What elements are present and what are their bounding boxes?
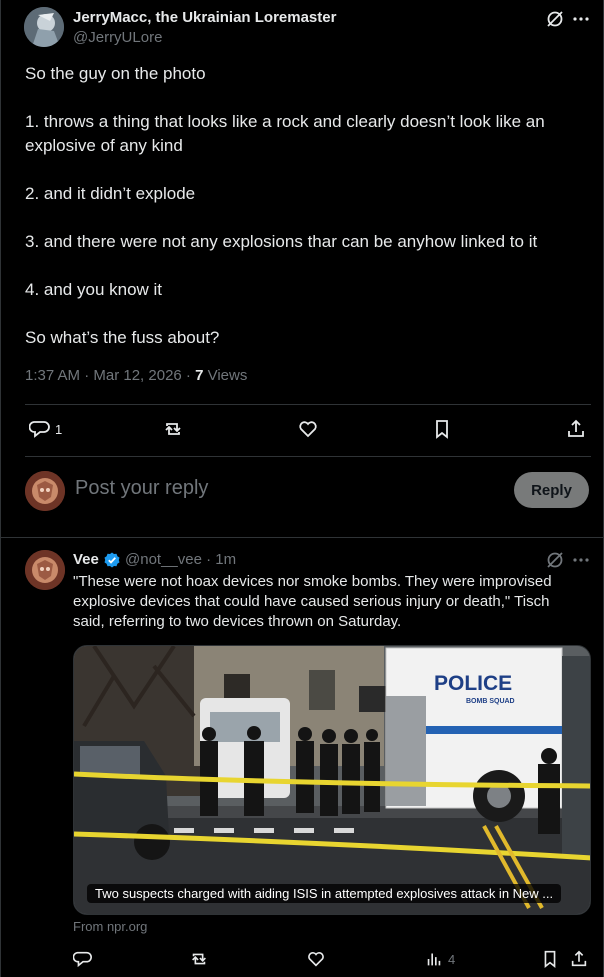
reply-input[interactable]: Post your reply — [75, 477, 208, 500]
bomb-squad-sign: BOMB SQUAD — [466, 698, 515, 705]
like-icon — [306, 949, 326, 969]
tweet-paragraph: So what’s the fuss about? — [25, 328, 220, 347]
repost-action[interactable] — [189, 948, 209, 970]
reply-button[interactable]: Reply — [514, 472, 589, 508]
reply-author-avatar[interactable] — [25, 550, 65, 590]
police-sign: POLICE — [434, 672, 512, 695]
like-action[interactable] — [297, 416, 319, 442]
author-name[interactable]: JerryMacc, the Ukrainian Loremaster — [73, 9, 336, 26]
author-avatar[interactable] — [24, 7, 64, 47]
views-icon — [424, 949, 444, 969]
bookmark-action[interactable] — [540, 948, 560, 970]
reply-author-handle[interactable]: @not__vee · 1m — [125, 551, 236, 568]
tweet-paragraph: 2. and it didn’t explode — [25, 184, 196, 203]
tweet-paragraph: 4. and you know it — [25, 280, 163, 299]
tweet-metadata: 1:37 AM · Mar 12, 2026 · 7 Views — [25, 367, 247, 384]
tweet-paragraph: 3. and there were not any explosions tha… — [25, 232, 538, 251]
tweet-text: So the guy on the photo 1. throws a thin… — [25, 62, 581, 350]
reply-text: "These were not hoax devices nor smoke b… — [73, 573, 552, 630]
repost-action[interactable] — [162, 416, 184, 442]
reply-actions: 4 — [73, 948, 591, 970]
bookmark-action[interactable] — [431, 416, 453, 442]
reply-icon — [29, 418, 51, 440]
reply-views-count: 4 — [448, 951, 456, 967]
tweet-timestamp[interactable]: 1:37 AM · Mar 12, 2026 · — [25, 367, 195, 384]
divider — [1, 537, 604, 538]
divider — [25, 404, 591, 405]
link-card-title[interactable]: Two suspects charged with aiding ISIS in… — [87, 884, 562, 903]
like-icon — [297, 418, 319, 440]
more-icon[interactable] — [570, 549, 592, 571]
share-action[interactable] — [569, 948, 589, 970]
divider — [25, 456, 591, 457]
reply-author-name[interactable]: Vee — [73, 551, 99, 568]
share-icon — [569, 949, 589, 969]
author-handle[interactable]: @JerryULore — [73, 29, 162, 46]
reply-icon — [73, 949, 93, 969]
bookmark-icon — [540, 949, 560, 969]
link-card-source[interactable]: From npr.org — [73, 919, 147, 934]
tweet-actions: 1 — [29, 416, 589, 442]
post-detail-view: JerryMacc, the Ukrainian Loremaster @Jer… — [0, 0, 604, 977]
views-label: Views — [203, 367, 248, 384]
reply-action[interactable]: 1 — [29, 416, 62, 442]
link-card[interactable]: POLICE BOMB SQUAD Two suspects charged w… — [73, 645, 591, 915]
share-action[interactable] — [565, 416, 587, 442]
repost-icon — [162, 418, 184, 440]
reply-count: 1 — [55, 421, 63, 437]
news-photo: POLICE BOMB SQUAD — [74, 646, 590, 914]
share-icon — [565, 418, 587, 440]
tweet-paragraph: 1. throws a thing that looks like a rock… — [25, 112, 545, 155]
like-action[interactable] — [306, 948, 326, 970]
grok-icon[interactable] — [544, 549, 566, 571]
bookmark-icon — [431, 418, 453, 440]
grok-icon[interactable] — [544, 8, 566, 30]
verified-badge-icon — [104, 552, 120, 568]
more-icon[interactable] — [570, 8, 592, 30]
views-action[interactable]: 4 — [424, 948, 455, 970]
tweet-paragraph: So the guy on the photo — [25, 64, 206, 83]
repost-icon — [189, 949, 209, 969]
reply-action[interactable] — [73, 948, 93, 970]
current-user-avatar[interactable] — [25, 471, 65, 511]
